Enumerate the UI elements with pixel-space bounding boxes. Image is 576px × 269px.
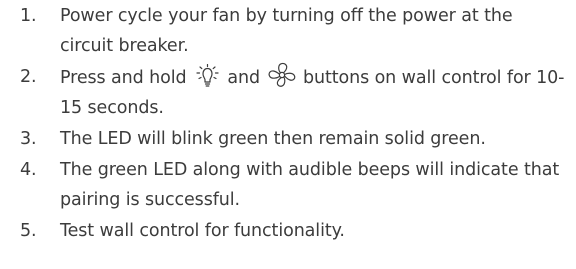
step-text-part: and [221,68,266,88]
step-number: 5. [20,221,37,241]
light-bulb-icon [192,64,222,88]
fan-icon [266,62,298,88]
step-text: Power cycle your fan by turning off the … [60,6,513,56]
step-text-part: Press and hold [60,68,192,88]
step-number: 2. [20,67,37,87]
list-item: 5. Test wall control for functionality. [0,216,576,246]
list-item: 1. Power cycle your fan by turning off t… [0,1,576,61]
step-text-with-icons: Press and hold and buttons on wall contr… [60,62,570,123]
step-number: 1. [20,6,37,26]
instruction-list: 1. Power cycle your fan by turning off t… [0,0,576,246]
step-number: 3. [20,129,37,149]
step-text: The green LED along with audible beeps w… [60,160,560,210]
step-text: Test wall control for functionality. [60,221,345,241]
step-number: 4. [20,160,37,180]
list-item: 2. Press and hold and buttons on wall co… [0,62,576,123]
list-item: 4. The green LED along with audible beep… [0,155,576,215]
step-text: The LED will blink green then remain sol… [60,129,486,149]
list-item: 3. The LED will blink green then remain … [0,124,576,154]
